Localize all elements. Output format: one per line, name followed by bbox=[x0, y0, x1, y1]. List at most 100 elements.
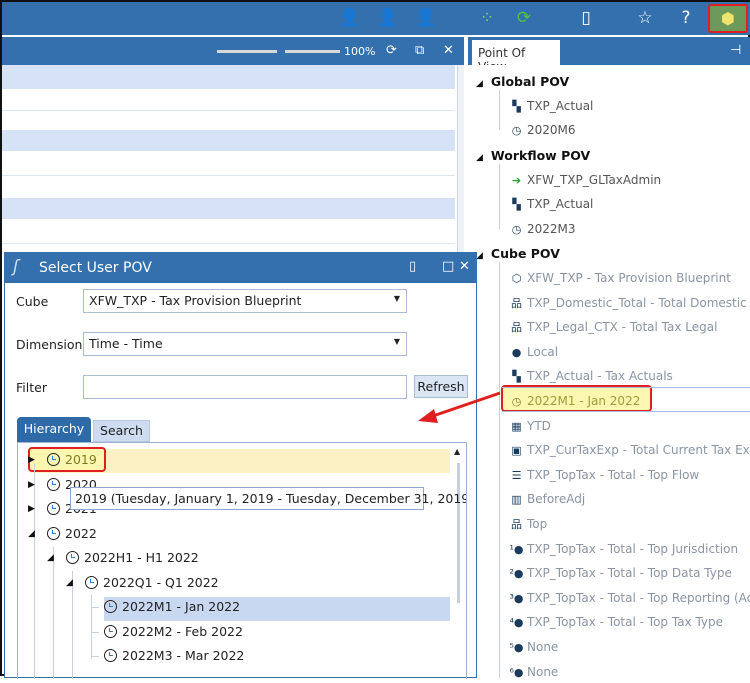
user-icon[interactable]: 👤 bbox=[377, 7, 399, 29]
user-settings-icon[interactable]: 👤 bbox=[339, 7, 361, 29]
chevron-down-icon: ▼ bbox=[393, 294, 400, 303]
zoom-slider-track-right[interactable] bbox=[285, 50, 340, 53]
collapse-icon[interactable]: ◢ bbox=[28, 529, 35, 539]
section-global-pov[interactable]: ◢ Global POV bbox=[476, 74, 569, 89]
dialog-title: Select User POV bbox=[5, 253, 476, 283]
pin-icon[interactable]: ⊣ bbox=[730, 43, 741, 58]
pov-item[interactable]: ☰ TXP_TopTax - Total - Top Flow bbox=[509, 465, 700, 485]
top-toolbar: 👤 👤 👤 ⁘ ⟳ ▯ ☆ ? bbox=[2, 2, 750, 35]
divider bbox=[502, 387, 750, 388]
pov-item[interactable]: ▚ TXP_Actual bbox=[509, 194, 593, 214]
pov-item[interactable]: ▣ TXP_CurTaxExp - Total Current Tax Expen bbox=[509, 440, 750, 460]
tab-point-of-view[interactable]: Point Of View bbox=[472, 40, 560, 74]
clipboard-icon[interactable]: ▯ bbox=[409, 259, 416, 274]
grid-line bbox=[2, 175, 455, 176]
pop-out-icon[interactable]: ⧉ bbox=[415, 43, 424, 58]
application-cube-icon[interactable]: ⬢ bbox=[708, 4, 748, 33]
refresh-icon[interactable]: ⟳ bbox=[513, 7, 535, 29]
tree-node[interactable]: 2022Q1 - Q1 2022 bbox=[85, 572, 219, 594]
ud2-icon: ²● bbox=[509, 567, 524, 581]
section-cube-pov[interactable]: ◢ Cube POV bbox=[476, 246, 560, 261]
pov-item[interactable]: ➔ XFW_TXP_GLTaxAdmin bbox=[509, 170, 661, 190]
tree-line bbox=[91, 595, 92, 659]
favorites-window-icon[interactable]: ☆ bbox=[634, 7, 656, 29]
grid-line bbox=[2, 243, 455, 244]
tree-scrollbar-thumb[interactable] bbox=[457, 463, 460, 603]
pov-item[interactable]: ▚ TXP_Actual - Tax Actuals bbox=[509, 366, 673, 386]
tree-node[interactable]: 2022M2 - Feb 2022 bbox=[104, 621, 243, 643]
tree-node[interactable]: 2022 bbox=[47, 523, 97, 545]
clock-icon bbox=[66, 551, 79, 564]
tree-node[interactable]: 2019 bbox=[47, 449, 97, 471]
cube-select[interactable]: XFW_TXP - Tax Provision Blueprint ▼ bbox=[83, 289, 407, 313]
pov-item-label: XFW_TXP_GLTaxAdmin bbox=[527, 173, 662, 187]
expand-icon[interactable]: ▶ bbox=[28, 504, 35, 514]
pov-item[interactable]: ◷ 2022M3 bbox=[509, 219, 576, 239]
pov-item[interactable]: ¹● TXP_TopTax - Total - Top Jurisdiction bbox=[509, 539, 738, 559]
tree-node[interactable]: 2022H1 - H1 2022 bbox=[66, 547, 199, 569]
grid-row bbox=[2, 198, 455, 220]
close-icon[interactable]: ✕ bbox=[443, 43, 454, 58]
close-icon[interactable]: ✕ bbox=[459, 259, 470, 274]
tree-node-label: 2022Q1 - Q1 2022 bbox=[103, 574, 219, 590]
pov-item-label: TXP_TopTax - Total - Top Reporting (Acc bbox=[527, 590, 750, 605]
tree-node-label: 2022 bbox=[65, 525, 97, 541]
collapse-icon[interactable]: ◢ bbox=[47, 553, 54, 563]
expand-icon[interactable]: ▶ bbox=[28, 480, 35, 490]
tab-hierarchy[interactable]: Hierarchy bbox=[17, 417, 91, 442]
pov-item[interactable]: ▥ BeforeAdj bbox=[509, 489, 585, 509]
ud4-icon: ⁴● bbox=[509, 616, 524, 630]
section-title: Cube POV bbox=[490, 246, 560, 261]
zoom-label: 100% bbox=[344, 45, 376, 58]
pov-item[interactable]: ▦ YTD bbox=[509, 416, 551, 436]
pov-item-label: Local bbox=[527, 344, 559, 359]
filter-input[interactable] bbox=[83, 375, 407, 399]
clock-icon: ◷ bbox=[511, 223, 522, 236]
refresh-icon[interactable]: ⟳ bbox=[386, 43, 397, 58]
tree-node[interactable]: 2022M1 - Jan 2022 bbox=[104, 596, 240, 618]
clock-icon bbox=[47, 526, 60, 540]
pov-item[interactable]: ◷ 2022M1 - Jan 2022 bbox=[509, 391, 641, 411]
zoom-slider-track[interactable] bbox=[217, 50, 277, 53]
pov-item[interactable]: 品 Top bbox=[509, 514, 547, 534]
ic-hierarchy-icon: 品 bbox=[511, 518, 522, 531]
pov-item[interactable]: ⬡ XFW_TXP - Tax Provision Blueprint bbox=[509, 268, 731, 288]
pov-item[interactable]: 品 TXP_Domestic_Total - Total Domestic bbox=[509, 293, 747, 313]
filter-label: Filter bbox=[16, 380, 47, 395]
pov-item[interactable]: ◷ 2020M6 bbox=[509, 120, 576, 140]
expand-icon[interactable]: ▶ bbox=[28, 455, 35, 465]
pov-item[interactable]: ²● TXP_TopTax - Total - Top Data Type bbox=[509, 563, 731, 583]
pov-item[interactable]: ³● TXP_TopTax - Total - Top Reporting (Ac… bbox=[509, 588, 750, 608]
user-remove-icon[interactable]: 👤 bbox=[415, 7, 437, 29]
scroll-up-icon[interactable]: ▲ bbox=[454, 447, 460, 456]
pov-item[interactable]: ⁵● None bbox=[509, 637, 558, 657]
left-panel-header: 100% ⟳ ⧉ ✕ bbox=[2, 37, 464, 65]
tree-node[interactable]: 2022M3 - Mar 2022 bbox=[104, 645, 244, 667]
pov-item-label: 2022M1 - Jan 2022 bbox=[527, 394, 641, 408]
pov-item[interactable]: ▚ TXP_Actual bbox=[509, 96, 593, 116]
help-icon[interactable]: ? bbox=[675, 7, 697, 29]
section-workflow-pov[interactable]: ◢ Workflow POV bbox=[476, 148, 590, 163]
pov-item[interactable]: ● Local bbox=[509, 342, 558, 362]
maximize-icon[interactable]: □ bbox=[442, 259, 454, 274]
pov-item-label: TXP_Domestic_Total - Total Domestic bbox=[527, 295, 747, 310]
loading-icon[interactable]: ⁘ bbox=[476, 7, 498, 29]
pov-item-label: 2022M3 bbox=[527, 222, 576, 236]
collapse-icon[interactable]: ◢ bbox=[66, 578, 73, 588]
origin-icon: ▥ bbox=[511, 493, 522, 507]
tree-line bbox=[91, 656, 99, 657]
clock-icon: ◷ bbox=[511, 124, 522, 137]
select-user-pov-dialog: Select User POV ʃ ▯ □ ✕ Cube XFW_TXP - T… bbox=[4, 252, 477, 679]
divider bbox=[502, 411, 750, 412]
pov-item[interactable]: ⁴● TXP_TopTax - Total - Top Tax Type bbox=[509, 612, 723, 632]
clipboard-icon[interactable]: ▯ bbox=[575, 7, 597, 29]
dimension-select[interactable]: Time - Time ▼ bbox=[83, 332, 407, 356]
entity-hierarchy-icon: 品 bbox=[511, 321, 522, 335]
pov-item[interactable]: ⁶● None bbox=[509, 662, 558, 682]
pov-item[interactable]: 品 TXP_Legal_CTX - Total Tax Legal bbox=[509, 317, 717, 337]
account-icon: ▣ bbox=[511, 444, 522, 458]
tree-node-label: 2019 bbox=[65, 452, 97, 467]
pov-item-label: XFW_TXP - Tax Provision Blueprint bbox=[527, 271, 731, 285]
tab-search[interactable]: Search bbox=[93, 420, 150, 442]
clock-icon bbox=[47, 502, 60, 515]
